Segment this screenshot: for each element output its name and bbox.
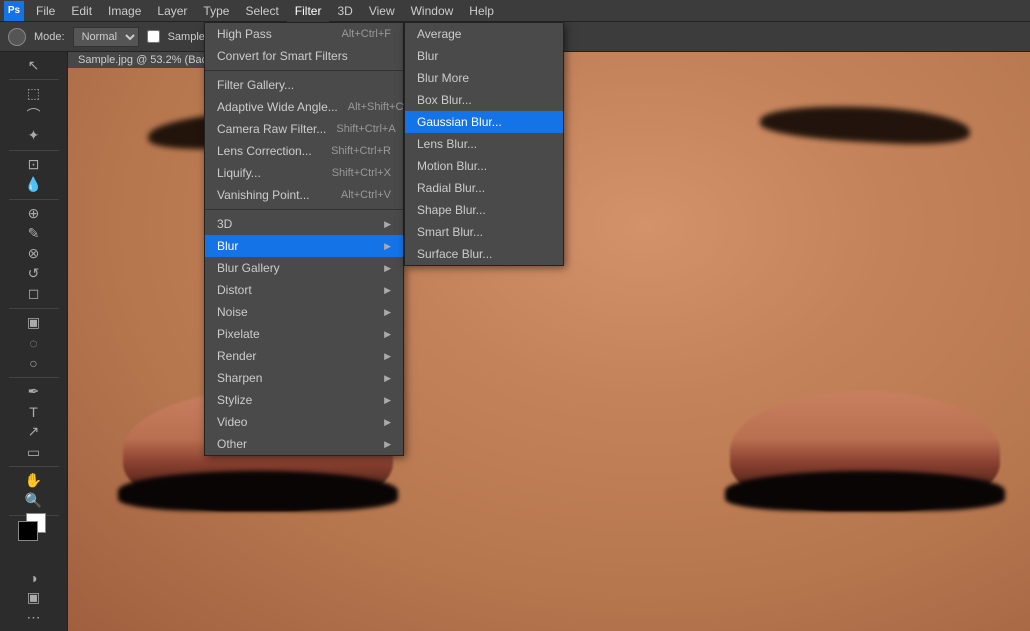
filter-gallery[interactable]: Filter Gallery...: [205, 74, 403, 96]
filter-blur[interactable]: Blur: [205, 235, 403, 257]
menu-edit[interactable]: Edit: [63, 0, 100, 22]
mode-label: Mode:: [34, 31, 65, 43]
tool-separator-3: [9, 199, 59, 200]
filter-noise[interactable]: Noise: [205, 301, 403, 323]
filter-distort[interactable]: Distort: [205, 279, 403, 301]
healing-tool[interactable]: ⊕: [22, 205, 46, 223]
menu-image[interactable]: Image: [100, 0, 149, 22]
tool-separator: [9, 79, 59, 80]
blur-more[interactable]: Blur More: [405, 67, 563, 89]
ps-icon: Ps: [4, 1, 24, 21]
menu-separator-1: [205, 70, 403, 71]
pen-tool[interactable]: ✒: [22, 383, 46, 401]
lashes-left: [118, 471, 398, 511]
filter-3d[interactable]: 3D: [205, 213, 403, 235]
left-toolbar: ↖ ⬚ ⌒ ✦ ⊡ 💧 ⊕ ✎ ⊗ ↺ ◻ ▣ ◌ ○ ✒ T ↗ ▭ ✋ 🔍 …: [0, 52, 68, 631]
filter-adaptive-wide[interactable]: Adaptive Wide Angle... Alt+Shift+Ctrl+A: [205, 96, 403, 118]
brush-tool[interactable]: ✎: [22, 225, 46, 243]
filter-sharpen[interactable]: Sharpen: [205, 367, 403, 389]
eraser-tool[interactable]: ◻: [22, 285, 46, 303]
blur-box[interactable]: Box Blur...: [405, 89, 563, 111]
more-tools[interactable]: ⋯: [22, 609, 46, 627]
menu-bar: Ps File Edit Image Layer Type Select Fil…: [0, 0, 1030, 22]
path-selection-tool[interactable]: ↗: [22, 423, 46, 441]
crop-tool[interactable]: ⊡: [22, 156, 46, 174]
filter-other[interactable]: Other: [205, 433, 403, 455]
filter-camera-raw[interactable]: Camera Raw Filter... Shift+Ctrl+A: [205, 118, 403, 140]
blur-surface[interactable]: Surface Blur...: [405, 243, 563, 265]
move-tool[interactable]: ↖: [22, 56, 46, 74]
text-tool[interactable]: T: [22, 403, 46, 421]
filter-menu[interactable]: High Pass Alt+Ctrl+F Convert for Smart F…: [204, 22, 404, 456]
mode-select[interactable]: Normal: [73, 27, 139, 47]
filter-lens-correction[interactable]: Lens Correction... Shift+Ctrl+R: [205, 140, 403, 162]
color-swatches: [18, 521, 50, 563]
filter-stylize[interactable]: Stylize: [205, 389, 403, 411]
menu-3d[interactable]: 3D: [329, 0, 360, 22]
blur-motion[interactable]: Motion Blur...: [405, 155, 563, 177]
menu-type[interactable]: Type: [195, 0, 237, 22]
filter-render[interactable]: Render: [205, 345, 403, 367]
clone-tool[interactable]: ⊗: [22, 245, 46, 263]
swatch-area[interactable]: [18, 521, 50, 553]
dodge-tool[interactable]: ○: [22, 354, 46, 372]
tool-separator-5: [9, 377, 59, 378]
filter-pixelate[interactable]: Pixelate: [205, 323, 403, 345]
magic-wand-tool[interactable]: ✦: [22, 127, 46, 145]
tool-separator-2: [9, 150, 59, 151]
blur-submenu[interactable]: Average Blur Blur More Box Blur... Gauss…: [404, 22, 564, 266]
sample-all-checkbox[interactable]: [147, 30, 160, 43]
blur-average[interactable]: Average: [405, 23, 563, 45]
menu-separator-2: [205, 209, 403, 210]
lasso-tool[interactable]: ⌒: [22, 105, 46, 125]
blur-smart[interactable]: Smart Blur...: [405, 221, 563, 243]
eyedropper-tool[interactable]: 💧: [22, 176, 46, 194]
menu-select[interactable]: Select: [237, 0, 286, 22]
blur-gaussian[interactable]: Gaussian Blur...: [405, 111, 563, 133]
menu-help[interactable]: Help: [461, 0, 502, 22]
menu-layer[interactable]: Layer: [149, 0, 195, 22]
brush-preview[interactable]: [8, 28, 26, 46]
blur-radial[interactable]: Radial Blur...: [405, 177, 563, 199]
zoom-tool[interactable]: 🔍: [22, 492, 46, 510]
menu-view[interactable]: View: [361, 0, 403, 22]
filter-video[interactable]: Video: [205, 411, 403, 433]
filter-convert-smart[interactable]: Convert for Smart Filters: [205, 45, 403, 67]
blur-tool[interactable]: ◌: [22, 334, 46, 352]
filter-high-pass[interactable]: High Pass Alt+Ctrl+F: [205, 23, 403, 45]
menu-filter[interactable]: Filter: [287, 0, 330, 22]
hand-tool[interactable]: ✋: [22, 472, 46, 490]
quick-mask-tool[interactable]: ◑: [22, 569, 46, 587]
filter-vanishing-point[interactable]: Vanishing Point... Alt+Ctrl+V: [205, 184, 403, 206]
filter-blur-gallery[interactable]: Blur Gallery: [205, 257, 403, 279]
filter-liquify[interactable]: Liquify... Shift+Ctrl+X: [205, 162, 403, 184]
blur-blur[interactable]: Blur: [405, 45, 563, 67]
tool-separator-6: [9, 466, 59, 467]
marquee-tool[interactable]: ⬚: [22, 85, 46, 103]
foreground-color-swatch[interactable]: [18, 521, 38, 541]
blur-shape[interactable]: Shape Blur...: [405, 199, 563, 221]
tool-separator-4: [9, 308, 59, 309]
gradient-tool[interactable]: ▣: [22, 314, 46, 332]
blur-lens[interactable]: Lens Blur...: [405, 133, 563, 155]
menu-file[interactable]: File: [28, 0, 63, 22]
menu-window[interactable]: Window: [403, 0, 462, 22]
shape-tool[interactable]: ▭: [22, 443, 46, 461]
lashes-right: [725, 471, 1005, 511]
history-brush[interactable]: ↺: [22, 265, 46, 283]
screen-mode-tool[interactable]: ▣: [22, 589, 46, 607]
